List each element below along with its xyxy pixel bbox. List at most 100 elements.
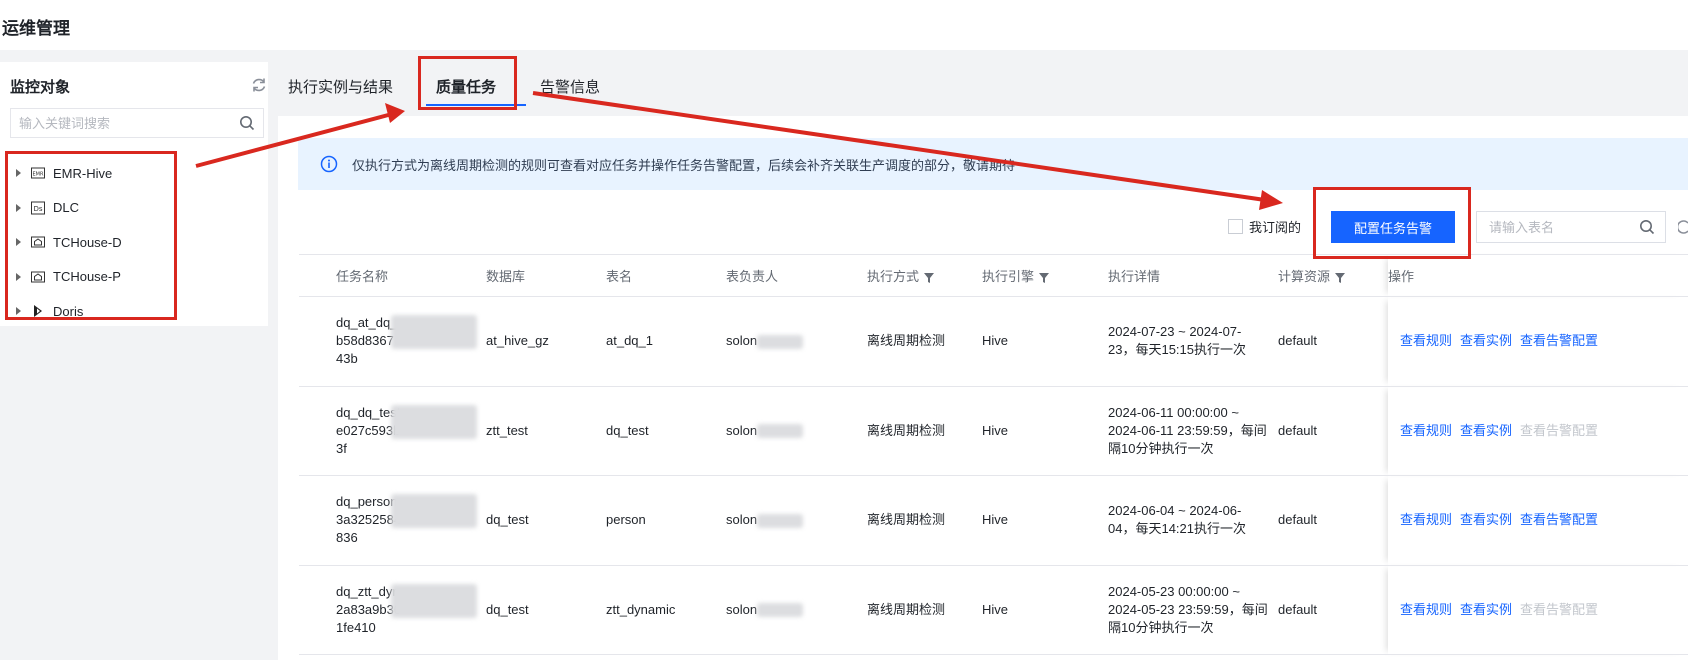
sidebar-search-input[interactable] (11, 109, 221, 137)
table-name-cell: ztt_dynamic (606, 565, 726, 655)
view-alert-config-link-disabled: 查看告警配置 (1520, 422, 1599, 438)
owner-cell: solon (726, 296, 867, 387)
redacted-block (391, 315, 477, 349)
table-header-row: 任务名称 数据库 表名 表负责人 执行方式 执行引擎 执行详情 计算资源 操作 (299, 254, 1688, 297)
column-header-with-filter: 计算资源 (1278, 254, 1388, 297)
redacted-block (757, 334, 804, 349)
subscribed-checkbox[interactable] (1228, 219, 1243, 234)
database-cell: dq_test (486, 565, 606, 655)
redacted-block (757, 603, 804, 618)
operations-cell: 查看规则 查看实例 查看告警配置 (1388, 296, 1688, 387)
tab-execution-instances[interactable]: 执行实例与结果 (288, 76, 393, 97)
page-title: 运维管理 (0, 0, 1688, 50)
info-icon (320, 155, 338, 173)
detail-line: 隔10分钟执行一次 (1108, 440, 1214, 456)
operations-cell: 查看规则 查看实例 查看告警配置 (1388, 475, 1688, 566)
mode-cell: 离线周期检测 (867, 565, 982, 655)
table-name-search-input[interactable] (1477, 212, 1627, 242)
owner-name: solon (726, 333, 758, 349)
mode-cell: 离线周期检测 (867, 475, 982, 566)
filter-icon[interactable] (924, 272, 935, 283)
detail-cell: 2024-05-23 00:00:00 ~ 2024-05-23 23:59:5… (1108, 565, 1278, 655)
owner-name: solon (726, 512, 758, 528)
view-instances-link[interactable]: 查看实例 (1460, 333, 1512, 348)
column-header: 操作 (1388, 254, 1688, 297)
detail-line: 23，每天15:15执行一次 (1108, 342, 1246, 358)
view-rules-link[interactable]: 查看规则 (1400, 333, 1452, 348)
refresh-icon[interactable] (1678, 219, 1688, 235)
database-cell: at_hive_gz (486, 296, 606, 387)
refresh-icon[interactable] (250, 76, 268, 94)
view-instances-link[interactable]: 查看实例 (1460, 602, 1512, 617)
column-header-with-filter: 执行方式 (867, 254, 982, 297)
view-rules-link[interactable]: 查看规则 (1400, 423, 1452, 438)
column-header: 执行详情 (1108, 254, 1278, 297)
tree-item-emr-hive[interactable]: EMR EMR-Hive (10, 156, 260, 191)
task-name-line: 1fe410 (336, 619, 376, 635)
table-name-cell: person (606, 475, 726, 566)
owner-name: solon (726, 422, 758, 438)
column-header: 数据库 (486, 254, 606, 297)
monitor-sidebar: 监控对象 EMR EMR-Hive Ds DLC TCHouse-D (0, 62, 268, 326)
view-instances-link[interactable]: 查看实例 (1460, 423, 1512, 438)
view-rules-link[interactable]: 查看规则 (1400, 602, 1452, 617)
resource-cell: default (1278, 386, 1388, 476)
redacted-block (391, 494, 477, 528)
view-instances-link[interactable]: 查看实例 (1460, 512, 1512, 527)
column-header: 表名 (606, 254, 726, 297)
resource-cell: default (1278, 296, 1388, 387)
tree-item-dlc[interactable]: Ds DLC (10, 191, 260, 226)
tab-quality-tasks[interactable]: 质量任务 (436, 76, 496, 97)
caret-right-icon[interactable] (16, 169, 21, 178)
operations-cell: 查看规则 查看实例 查看告警配置 (1388, 565, 1688, 655)
tab-alert-info[interactable]: 告警信息 (540, 76, 600, 97)
column-header: 任务名称 (299, 254, 486, 297)
detail-line: 2024-06-04 ~ 2024-06- (1108, 503, 1242, 519)
svg-text:EMR: EMR (33, 172, 44, 178)
task-name-line: 3f (336, 440, 347, 456)
active-tab-indicator (426, 104, 526, 106)
dlc-icon: Ds (31, 201, 45, 215)
table-search (1476, 211, 1666, 243)
caret-right-icon[interactable] (16, 307, 21, 316)
detail-line: 隔10分钟执行一次 (1108, 619, 1214, 635)
filter-icon[interactable] (1335, 272, 1346, 283)
column-header-with-filter: 执行引擎 (982, 254, 1108, 297)
table-row: dq_ztt_dyr 2a83a9b30 1fe410 dq_test ztt_… (299, 565, 1688, 655)
search-icon[interactable] (1639, 219, 1655, 235)
subscribed-filter[interactable]: 我订阅的 (1228, 217, 1301, 236)
caret-right-icon[interactable] (16, 272, 21, 281)
engine-cell: Hive (982, 565, 1108, 655)
task-name-cell: dq_dq_test e027c593b 3f (299, 386, 486, 476)
search-icon[interactable] (239, 115, 255, 131)
redacted-block (391, 404, 477, 439)
view-alert-config-link[interactable]: 查看告警配置 (1520, 512, 1598, 527)
detail-line: 2024-05-23 00:00:00 ~ (1108, 583, 1240, 599)
tree-item-tchouse-p[interactable]: TCHouse-P (10, 260, 260, 295)
view-alert-config-link-disabled: 查看告警配置 (1520, 601, 1599, 617)
detail-cell: 2024-06-04 ~ 2024-06- 04，每天14:21执行一次 (1108, 475, 1278, 566)
tree-item-doris[interactable]: Doris (10, 294, 260, 329)
info-notice: 仅执行方式为离线周期检测的规则可查看对应任务并操作任务告警配置，后续会补齐关联生… (298, 138, 1688, 190)
detail-cell: 2024-07-23 ~ 2024-07- 23，每天15:15执行一次 (1108, 296, 1278, 387)
subscribed-label: 我订阅的 (1249, 220, 1302, 235)
tree-item-tchouse-d[interactable]: TCHouse-D (10, 225, 260, 260)
notice-text: 仅执行方式为离线周期检测的规则可查看对应任务并操作任务告警配置，后续会补齐关联生… (352, 157, 1016, 173)
filter-icon[interactable] (1039, 272, 1050, 283)
caret-right-icon[interactable] (16, 238, 21, 247)
table-name-cell: dq_test (606, 386, 726, 476)
task-name-cell: dq_ztt_dyr 2a83a9b30 1fe410 (299, 565, 486, 655)
view-rules-link[interactable]: 查看规则 (1400, 512, 1452, 527)
tree-item-label: Doris (53, 303, 84, 319)
resource-cell: default (1278, 475, 1388, 566)
mode-cell: 离线周期检测 (867, 386, 982, 476)
operations-cell: 查看规则 查看实例 查看告警配置 (1388, 386, 1688, 476)
view-alert-config-link[interactable]: 查看告警配置 (1520, 333, 1598, 348)
tchouse-icon (31, 236, 45, 248)
engine-cell: Hive (982, 296, 1108, 387)
quality-task-panel: 仅执行方式为离线周期检测的规则可查看对应任务并操作任务告警配置，后续会补齐关联生… (278, 116, 1688, 660)
tree-item-label: TCHouse-P (53, 269, 121, 285)
config-task-alert-button[interactable]: 配置任务告警 (1331, 211, 1455, 243)
sidebar-search (10, 108, 264, 138)
caret-right-icon[interactable] (16, 203, 21, 212)
